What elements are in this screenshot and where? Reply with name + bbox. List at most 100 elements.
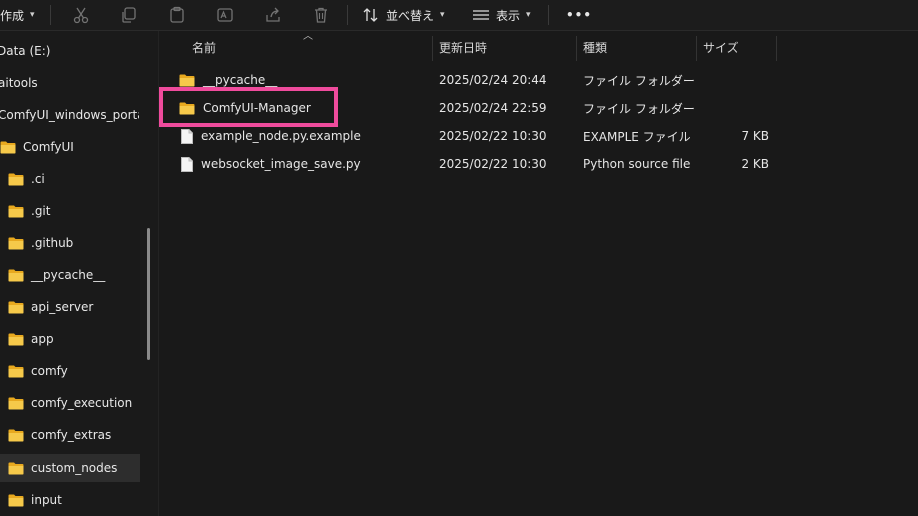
column-divider[interactable] xyxy=(696,36,697,61)
sort-button[interactable]: 並べ替え ▾ xyxy=(362,0,445,30)
folder-icon xyxy=(8,494,24,507)
view-button[interactable]: 表示 ▾ xyxy=(472,0,531,30)
nav-item-comfy-extras[interactable]: comfy_extras xyxy=(8,421,111,449)
nav-item-label: input xyxy=(31,493,62,507)
nav-item-label: ComfyUI_windows_portable xyxy=(0,108,139,122)
highlight-box xyxy=(159,87,338,127)
file-size: 2 KB xyxy=(741,157,769,171)
folder-icon xyxy=(8,397,24,410)
view-label: 表示 xyxy=(496,8,521,23)
file-date: 2025/02/24 20:44 xyxy=(439,73,547,87)
chevron-down-icon: ▾ xyxy=(526,10,531,20)
copy-button[interactable] xyxy=(120,0,138,30)
copy-icon xyxy=(122,7,136,23)
nav-item-label: .github xyxy=(31,236,74,250)
nav-item-label: comfy xyxy=(31,364,68,378)
column-divider[interactable] xyxy=(432,36,433,61)
folder-icon xyxy=(8,301,24,314)
folder-icon xyxy=(8,205,24,218)
folder-icon xyxy=(8,237,24,250)
sort-icon xyxy=(363,8,378,22)
file-date: 2025/02/22 10:30 xyxy=(439,157,547,171)
chevron-down-icon: ▾ xyxy=(440,10,445,20)
column-divider[interactable] xyxy=(576,36,577,61)
share-button[interactable] xyxy=(264,0,282,30)
file-size: 7 KB xyxy=(741,129,769,143)
nav-item-custom-nodes[interactable]: custom_nodes xyxy=(0,454,140,482)
clipboard-icon xyxy=(170,6,184,23)
folder-icon xyxy=(8,462,24,475)
trash-icon xyxy=(315,7,327,23)
nav-item-label: Data (E:) xyxy=(0,44,51,58)
nav-item-aitools[interactable]: aitools xyxy=(0,69,38,97)
file-name: example_node.py.example xyxy=(201,129,361,143)
nav-item-label: .git xyxy=(31,204,51,218)
nav-item-comfy[interactable]: comfy xyxy=(8,357,68,385)
navigation-pane: Data (E:) aitools ComfyUI_windows_portab… xyxy=(0,31,159,516)
paste-button[interactable] xyxy=(168,0,186,30)
cut-button[interactable] xyxy=(72,0,90,30)
nav-item-comfy-execution[interactable]: comfy_execution xyxy=(8,389,132,417)
nav-item-comfyui-windows-portable[interactable]: ComfyUI_windows_portable xyxy=(0,101,139,129)
column-header-date[interactable]: 更新日時 xyxy=(439,36,487,58)
folder-icon xyxy=(179,74,195,87)
more-options-button[interactable]: ••• xyxy=(566,0,592,30)
column-header-label: 名前 xyxy=(192,40,217,55)
chevron-down-icon: ▾ xyxy=(30,10,35,20)
nav-item-label: ComfyUI xyxy=(23,140,74,154)
toolbar-divider xyxy=(347,5,348,25)
nav-item-label: .ci xyxy=(31,172,45,186)
more-icon: ••• xyxy=(566,8,593,22)
nav-item-app[interactable]: app xyxy=(8,325,54,353)
column-header-label: サイズ xyxy=(703,40,739,55)
nav-item-input[interactable]: input xyxy=(8,486,62,514)
nav-item-api-server[interactable]: api_server xyxy=(8,293,93,321)
share-icon xyxy=(266,7,280,22)
file-icon xyxy=(181,157,193,172)
folder-icon xyxy=(8,365,24,378)
folder-icon xyxy=(0,141,16,154)
nav-item-git[interactable]: .git xyxy=(8,197,50,225)
nav-item-label: __pycache__ xyxy=(31,268,106,282)
nav-item-label: app xyxy=(31,332,54,346)
rename-button[interactable] xyxy=(216,0,234,30)
nav-item-ci[interactable]: .ci xyxy=(8,165,45,193)
file-size xyxy=(703,66,769,94)
file-type: EXAMPLE ファイル xyxy=(583,129,691,144)
nav-item-data-drive[interactable]: Data (E:) xyxy=(0,37,50,65)
folder-icon xyxy=(8,269,24,282)
scissors-icon xyxy=(73,7,89,24)
toolbar-divider xyxy=(548,5,549,25)
sort-ascending-icon: ︿ xyxy=(303,31,313,42)
file-type: ファイル フォルダー xyxy=(583,73,695,88)
nav-item-comfyui[interactable]: ComfyUI xyxy=(0,133,74,161)
file-name: websocket_image_save.py xyxy=(201,157,361,171)
sort-label: 並べ替え xyxy=(386,8,435,23)
folder-icon xyxy=(8,333,24,346)
file-date: 2025/02/24 22:59 xyxy=(439,101,547,115)
view-icon xyxy=(473,10,489,20)
file-date: 2025/02/22 10:30 xyxy=(439,129,547,143)
nav-item-pycache[interactable]: __pycache__ xyxy=(8,261,105,289)
folder-icon xyxy=(8,429,24,442)
file-size xyxy=(703,94,769,122)
file-row[interactable]: websocket_image_save.py 2025/02/22 10:30… xyxy=(160,150,780,178)
column-header-size[interactable]: サイズ xyxy=(703,36,739,58)
folder-icon xyxy=(8,173,24,186)
nav-item-github[interactable]: .github xyxy=(8,229,73,257)
nav-item-label: aitools xyxy=(0,76,38,90)
delete-button[interactable] xyxy=(312,0,330,30)
column-header-type[interactable]: 種類 xyxy=(583,36,607,58)
file-icon xyxy=(181,129,193,144)
nav-item-label: comfy_execution xyxy=(31,396,133,410)
column-divider[interactable] xyxy=(776,36,777,61)
column-header-label: 種類 xyxy=(583,40,608,55)
column-header-label: 更新日時 xyxy=(439,40,488,55)
rename-icon xyxy=(217,8,233,22)
nav-scrollbar[interactable] xyxy=(147,228,150,360)
toolbar-divider xyxy=(50,5,51,25)
column-header-name[interactable]: 名前 xyxy=(192,36,216,58)
file-name-cell: websocket_image_save.py xyxy=(181,150,361,178)
new-button[interactable]: 作成 ▾ xyxy=(0,0,35,30)
file-type: ファイル フォルダー xyxy=(583,101,695,116)
